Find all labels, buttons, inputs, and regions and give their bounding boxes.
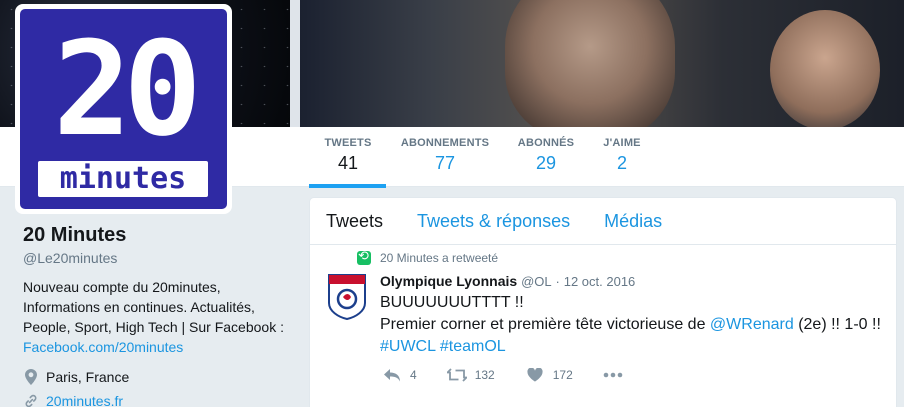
tweet-separator: · [555, 274, 560, 289]
tweet-date[interactable]: 12 oct. 2016 [564, 274, 636, 289]
avatar-logo-number: 20 [53, 13, 202, 165]
reply-button[interactable]: 4 [382, 367, 417, 383]
timeline-tabs: Tweets Tweets & réponses Médias [310, 198, 896, 245]
profile-handle[interactable]: @Le20minutes [23, 250, 293, 266]
retweet-icon [357, 248, 371, 265]
tweet-author-avatar[interactable] [326, 273, 368, 321]
more-button[interactable] [603, 367, 631, 383]
profile-website-link[interactable]: 20minutes.fr [46, 393, 123, 407]
tweet-author-name[interactable]: Olympique Lyonnais [380, 273, 517, 289]
stat-followers-value: 29 [535, 153, 557, 173]
reply-count: 4 [410, 368, 417, 382]
tweet-text-line1: BUUUUUUUTTTT !! [380, 294, 524, 311]
like-button[interactable]: 172 [525, 367, 573, 383]
retweet-context: 20 Minutes a retweeté [357, 248, 499, 265]
profile-sidebar: 20 Minutes @Le20minutes Nouveau compte d… [23, 224, 293, 407]
retweet-context-text: 20 Minutes a retweeté [380, 251, 499, 265]
header-image [300, 0, 904, 127]
retweet-count: 132 [474, 368, 495, 382]
profile-name[interactable]: 20 Minutes [23, 224, 293, 247]
profile-location-text: Paris, France [46, 369, 130, 385]
stat-likes-label: J'AIME [603, 137, 641, 149]
stat-tweets-label: TWEETS [324, 137, 372, 149]
like-icon [525, 367, 545, 383]
retweet-action-icon [446, 367, 467, 383]
tweet-text: BUUUUUUUTTTT !! Premier corner et premiè… [380, 292, 885, 358]
tweet-hashtag-teamol[interactable]: #teamOL [440, 338, 506, 355]
profile-bio: Nouveau compte du 20minutes, Information… [23, 277, 293, 357]
header-photo-face [505, 0, 675, 127]
tweet-text-line2: Premier corner et première tête victorie… [380, 314, 885, 336]
avatar-logo: 20 minutes [20, 9, 227, 209]
tweet-header: Olympique Lyonnais @OL · 12 oct. 2016 [380, 273, 885, 289]
retweet-button[interactable]: 132 [446, 367, 495, 383]
location-icon [23, 369, 39, 385]
tab-media[interactable]: Médias [604, 211, 662, 232]
stat-likes[interactable]: J'AIME 2 [602, 137, 642, 174]
timeline-card: Tweets Tweets & réponses Médias 20 Minut… [309, 197, 897, 407]
link-icon [23, 393, 39, 407]
profile-bio-text: Nouveau compte du 20minutes, Information… [23, 279, 284, 335]
tweet-hashtag-uwcl[interactable]: #UWCL [380, 338, 435, 355]
avatar-logo-word: minutes [38, 161, 208, 197]
profile-bio-link[interactable]: Facebook.com/20minutes [23, 339, 183, 355]
like-count: 172 [552, 368, 573, 382]
tab-tweets[interactable]: Tweets [326, 211, 383, 232]
reply-icon [382, 367, 402, 383]
tweet-author-handle[interactable]: @OL [521, 274, 552, 289]
profile-location: Paris, France [23, 369, 293, 385]
stat-following-label: ABONNEMENTS [400, 137, 490, 149]
tweet-text-line3: #UWCL #teamOL [380, 336, 885, 358]
tweet-mention[interactable]: @WRenard [710, 316, 794, 333]
active-stat-indicator [309, 184, 386, 188]
header-photo-bystander [770, 10, 880, 127]
stat-tweets-value: 41 [337, 153, 359, 173]
more-icon [603, 367, 623, 383]
tweet-actions: 4 132 172 [382, 367, 661, 383]
tweet-body: Olympique Lyonnais @OL · 12 oct. 2016 BU… [380, 273, 885, 358]
tweet-text-line2-start: Premier corner et première tête victorie… [380, 316, 710, 333]
header-divider [290, 0, 300, 127]
tweet-text-line2-end: (2e) !! 1-0 !! [793, 316, 881, 333]
tab-tweets-replies[interactable]: Tweets & réponses [417, 211, 570, 232]
stat-tweets[interactable]: TWEETS 41 [323, 137, 373, 174]
profile-website: 20minutes.fr [23, 393, 293, 407]
stat-following[interactable]: ABONNEMENTS 77 [400, 137, 490, 174]
profile-avatar[interactable]: 20 minutes [15, 4, 232, 214]
stat-followers[interactable]: ABONNÉS 29 [517, 137, 575, 174]
stat-followers-label: ABONNÉS [517, 137, 575, 149]
stat-likes-value: 2 [616, 153, 627, 173]
stat-following-value: 77 [434, 153, 456, 173]
